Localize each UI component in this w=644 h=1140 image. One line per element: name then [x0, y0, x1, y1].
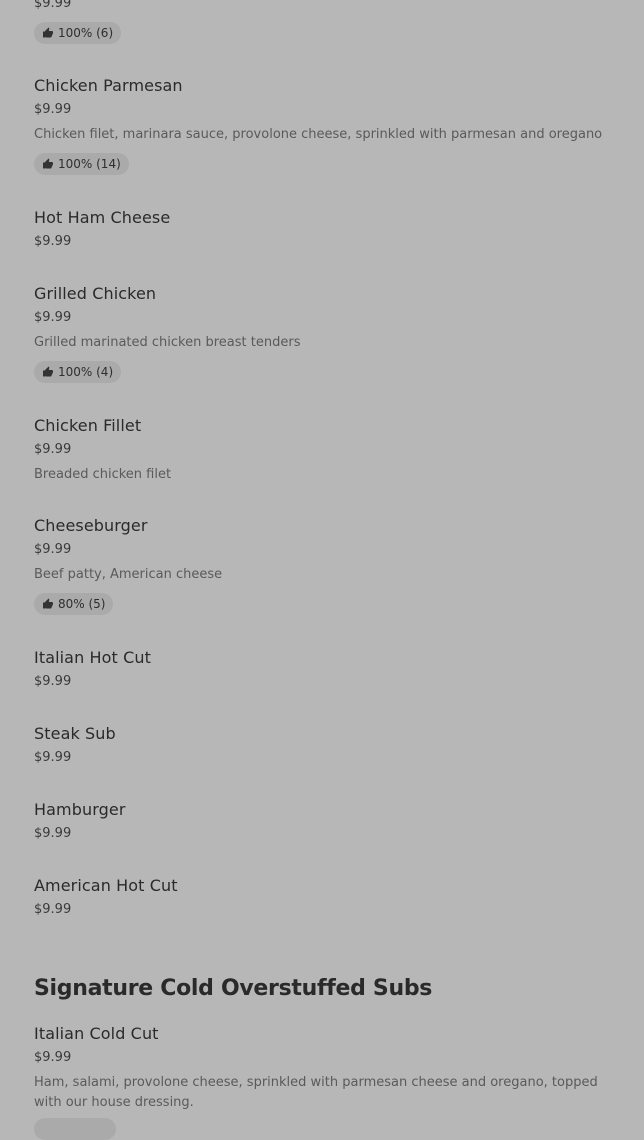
item-price: $9.99: [34, 674, 72, 689]
item-name: Italian Cold Cut: [34, 1024, 159, 1043]
item-name: Hamburger: [34, 800, 126, 819]
list-item[interactable]: Hamburger $9.99: [34, 800, 624, 843]
list-item[interactable]: Cheeseburger $9.99 Beef patty, American …: [34, 516, 624, 615]
item-price: $9.99: [34, 826, 72, 841]
list-item[interactable]: Chicken Parmesan $9.99 Chicken filet, ma…: [34, 76, 624, 175]
item-name: Cheeseburger: [34, 516, 148, 535]
list-item[interactable]: Italian Cold Cut $9.99 Ham, salami, prov…: [34, 1024, 624, 1113]
thumbs-up-icon: [43, 158, 53, 169]
item-name: Hot Ham Cheese: [34, 208, 171, 227]
thumbs-up-icon: [43, 27, 53, 38]
item-name: Italian Hot Cut: [34, 648, 151, 667]
item-price: $9.99: [34, 310, 72, 325]
rating-text: 100% (14): [58, 157, 121, 171]
rating-badge: [34, 1118, 116, 1140]
item-description: Ham, salami, provolone cheese, sprinkled…: [34, 1075, 598, 1110]
item-description: Grilled marinated chicken breast tenders: [34, 335, 301, 350]
item-name: Grilled Chicken: [34, 284, 157, 303]
rating-badge: 100% (14): [34, 153, 129, 175]
item-name: Steak Sub: [34, 724, 116, 743]
item-price: $9.99: [34, 0, 72, 11]
rating-badge: 100% (6): [34, 22, 122, 44]
list-item[interactable]: Steak Sub $9.99: [34, 724, 624, 767]
item-price: $9.99: [34, 442, 72, 457]
menu-page: $9.99 100% (6) Chicken Parmesan $9.99 Ch…: [0, 0, 644, 1140]
item-price: $9.99: [34, 102, 72, 117]
list-item[interactable]: American Hot Cut $9.99: [34, 876, 624, 919]
rating-badge: 100% (4): [34, 361, 122, 383]
rating-text: 80% (5): [58, 597, 106, 611]
item-description: Chicken filet, marinara sauce, provolone…: [34, 127, 603, 142]
rating-text: 100% (6): [58, 26, 114, 40]
item-description: Beef patty, American cheese: [34, 567, 223, 582]
item-name: American Hot Cut: [34, 876, 178, 895]
item-price: $9.99: [34, 902, 72, 917]
item-price: $9.99: [34, 234, 72, 249]
item-price: $9.99: [34, 542, 72, 557]
thumbs-up-icon: [43, 598, 53, 609]
rating-badge: 80% (5): [34, 593, 114, 615]
list-item[interactable]: Hot Ham Cheese $9.99: [34, 208, 624, 251]
item-name: Chicken Parmesan: [34, 76, 183, 95]
section-title: Signature Cold Overstuffed Subs: [34, 976, 433, 1001]
item-description: Breaded chicken filet: [34, 467, 172, 482]
list-item[interactable]: Chicken Fillet $9.99 Breaded chicken fil…: [34, 416, 624, 485]
rating-text: 100% (4): [58, 365, 114, 379]
item-price: $9.99: [34, 750, 72, 765]
item-price: $9.99: [34, 1050, 72, 1065]
list-item[interactable]: Italian Hot Cut $9.99: [34, 648, 624, 691]
thumbs-up-icon: [43, 366, 53, 377]
item-name: Chicken Fillet: [34, 416, 142, 435]
list-item[interactable]: Grilled Chicken $9.99 Grilled marinated …: [34, 284, 624, 383]
